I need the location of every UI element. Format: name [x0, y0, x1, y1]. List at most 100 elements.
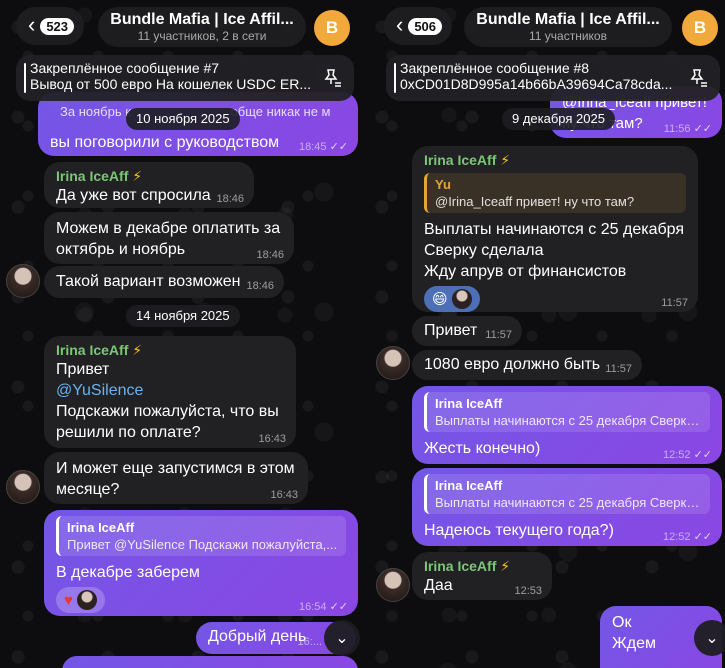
group-name: Bundle Mafia | Ice Affil... [476, 11, 660, 28]
message-text: Подскажи пожалуйста, что вы [56, 403, 279, 420]
message-bubble-incoming[interactable]: И может еще запустимся в этом месяце? 16… [44, 452, 308, 504]
reply-quote[interactable]: Irina IceAff Привет @YuSilence Подскажи … [56, 516, 346, 556]
user-avatar[interactable] [376, 346, 410, 380]
group-avatar[interactable]: B [682, 10, 718, 46]
reply-quote[interactable]: Yu @Irina_Iceaff привет! ну что там? [424, 173, 686, 213]
reply-sender: Irina IceAff [67, 520, 135, 535]
message-bubble-incoming[interactable]: Можем в декабре оплатить за октябрь и но… [44, 212, 294, 264]
message-text: И может еще запустимся в этом [56, 460, 295, 477]
message-bubble-incoming[interactable]: Привет 11:57 [412, 316, 522, 346]
message-time: 18:46 [246, 280, 274, 292]
lightning-icon: ⚡ [500, 558, 511, 574]
message-time: 11:57 [605, 363, 632, 375]
message-text: месяце? [56, 481, 120, 498]
chevron-left-icon: ‹ [28, 12, 36, 37]
reply-sender: Irina IceAff [435, 396, 503, 411]
message-bubble-outgoing[interactable]: Irina IceAff Выплаты начинаются с 25 дек… [412, 468, 722, 546]
reactor-avatar [76, 590, 97, 610]
unread-count-badge: 523 [40, 17, 75, 35]
message-time: 11:56 ✓✓ [663, 123, 712, 135]
message-time: 12:53 [514, 585, 542, 597]
lightning-icon: ⚡ [132, 342, 143, 358]
message-bubble-incoming[interactable]: Irina IceAff ⚡ Yu @Irina_Iceaff привет! … [412, 146, 698, 312]
reply-sender: Irina IceAff [435, 478, 503, 493]
chat-pane-right: @Irina_Iceaff привет! ну что там? 11:56 … [364, 0, 725, 668]
message-bubble-outgoing[interactable]: Irina IceAff Выплаты начинаются с 25 дек… [412, 386, 722, 464]
reaction-laugh[interactable]: 😄 [424, 286, 480, 312]
reply-quote[interactable]: Irina IceAff Выплаты начинаются с 25 дек… [424, 474, 710, 514]
message-time: 12:52 ✓✓ [662, 449, 712, 461]
user-avatar[interactable] [376, 568, 410, 602]
message-bubble-outgoing[interactable] [62, 656, 358, 668]
laughing-emoji-icon: 😄 [432, 291, 448, 308]
sender-name: Irina IceAff ⚡ [424, 558, 511, 574]
chat-title[interactable]: Bundle Mafia | Ice Affil... 11 участнико… [464, 7, 672, 47]
message-text: Привет [56, 361, 110, 378]
reply-text: Выплаты начинаются с 25 декабря Сверку..… [435, 495, 702, 510]
reply-text: Выплаты начинаются с 25 декабря Сверку..… [435, 413, 702, 428]
message-text: Такой вариант возможен [56, 273, 241, 290]
message-text: Да уже вот спросила [56, 187, 211, 204]
message-text: октябрь и ноябрь [56, 241, 186, 258]
pinned-indicator [24, 63, 26, 93]
pinned-message-bar[interactable]: Закреплённое сообщение #8 0xCD01D8D995a1… [386, 55, 720, 101]
heart-icon: ♥ [64, 591, 73, 609]
message-time: 12:52 ✓✓ [662, 531, 712, 543]
scroll-down-button[interactable]: ⌄ [324, 620, 360, 656]
message-time: 11:57 [661, 297, 688, 309]
group-name: Bundle Mafia | Ice Affil... [110, 11, 294, 28]
reply-sender: Yu [435, 177, 451, 192]
reply-quote[interactable]: Irina IceAff Выплаты начинаются с 25 дек… [424, 392, 710, 432]
message-time: 18:45 ✓✓ [298, 141, 348, 153]
pinned-indicator [394, 63, 396, 93]
member-count: 11 участников, 2 в сети [137, 29, 267, 43]
message-time: 16:43 [258, 433, 286, 445]
message-text: Жду апрув от финансистов [424, 263, 627, 280]
reply-text: Привет @YuSilence Подскажи пожалуйста,..… [67, 537, 338, 552]
back-button[interactable]: ‹ 523 [16, 7, 85, 45]
message-time: 18:46 [216, 193, 244, 205]
date-separator: 14 ноября 2025 [126, 305, 240, 327]
chevron-down-icon: ⌄ [705, 630, 719, 647]
message-text: Сверку сделала [424, 242, 544, 259]
pinned-message-bar[interactable]: Закреплённое сообщение #7 Вывод от 500 е… [16, 55, 354, 101]
message-text: Можем в декабре оплатить за [56, 220, 281, 237]
lightning-icon: ⚡ [500, 152, 511, 168]
back-button[interactable]: ‹ 506 [384, 7, 453, 45]
message-bubble-incoming[interactable]: Такой вариант возможен 18:46 [44, 266, 284, 298]
message-bubble-outgoing[interactable]: Irina IceAff Привет @YuSilence Подскажи … [44, 510, 358, 616]
pinned-text: Вывод от 500 евро На кошелек USDC ER... [30, 76, 311, 92]
message-bubble-incoming[interactable]: 1080 евро должно быть 11:57 [412, 350, 642, 380]
date-separator: 9 декабря 2025 [502, 108, 615, 130]
unread-count-badge: 506 [408, 17, 443, 35]
sender-name: Irina IceAff ⚡ [56, 168, 143, 184]
message-time: 18:46 [256, 249, 284, 261]
pin-list-icon[interactable] [320, 67, 342, 89]
chat-header: ‹ 506 Bundle Mafia | Ice Affil... 11 уча… [364, 4, 725, 47]
sender-name: Irina IceAff ⚡ [56, 342, 143, 358]
user-avatar[interactable] [6, 470, 40, 504]
message-text: решили по оплате? [56, 424, 201, 441]
scroll-down-button[interactable]: ⌄ [694, 620, 725, 656]
reaction-heart[interactable]: ♥ [56, 587, 105, 613]
reply-text: @Irina_Iceaff привет! ну что там? [435, 194, 635, 209]
chat-title[interactable]: Bundle Mafia | Ice Affil... 11 участнико… [98, 7, 306, 47]
message-time: 16:43 [270, 489, 298, 501]
message-text: В декабре заберем [56, 564, 200, 581]
pinned-text: 0xCD01D8D995a14b66bA39694Ca78cda... [400, 76, 673, 92]
mention-link[interactable]: @YuSilence [56, 380, 284, 401]
sender-name: Irina IceAff ⚡ [424, 152, 511, 168]
group-avatar[interactable]: B [314, 10, 350, 46]
message-bubble-incoming[interactable]: Irina IceAff ⚡ Даа 12:53 [412, 552, 552, 600]
user-avatar[interactable] [6, 264, 40, 298]
message-bubble-incoming[interactable]: Irina IceAff ⚡ Привет @YuSilence Подскаж… [44, 336, 296, 448]
reactor-avatar [451, 289, 472, 309]
lightning-icon: ⚡ [132, 168, 143, 184]
pin-list-icon[interactable] [686, 67, 708, 89]
chat-pane-left: вы поговорили с руководством 18:45 ✓✓ За… [0, 0, 364, 668]
message-bubble-incoming[interactable]: Irina IceAff ⚡ Да уже вот спросила 18:46 [44, 162, 254, 208]
chat-header: ‹ 523 Bundle Mafia | Ice Affil... 11 уча… [0, 4, 364, 47]
message-text: 1080 евро должно быть [424, 356, 601, 373]
reactions: 😄 [424, 286, 686, 312]
message-time: 16:... [297, 636, 322, 648]
